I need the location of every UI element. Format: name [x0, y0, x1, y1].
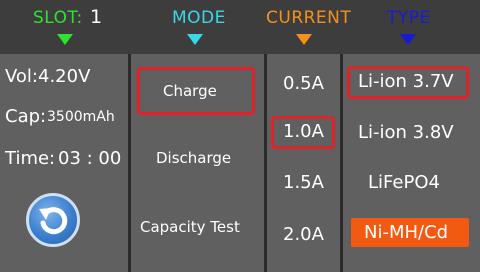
current-option-1-0a[interactable]: 1.0A: [283, 121, 324, 142]
current-option-1-5a[interactable]: 1.5A: [283, 172, 324, 193]
slot-arrow-icon: [57, 34, 73, 45]
back-button[interactable]: [26, 193, 80, 247]
type-option-li-ion-3-7v[interactable]: Li-ion 3.7V: [358, 71, 454, 92]
slot-value[interactable]: 1: [90, 6, 103, 28]
header-bar: SLOT: 1 MODE CURRENT TYPE: [0, 0, 480, 50]
current-label: CURRENT: [266, 8, 352, 28]
voltage-readout: Vol:4.20V: [5, 66, 91, 87]
current-option-2-0a[interactable]: 2.0A: [283, 224, 324, 245]
capacity-value[interactable]: 3500mAh: [47, 109, 115, 125]
undo-arrow-icon: [39, 207, 68, 235]
slot-label: SLOT:: [33, 8, 83, 28]
time-value[interactable]: 03 : 00: [58, 148, 121, 169]
mode-option-capacity-test[interactable]: Capacity Test: [140, 218, 240, 236]
current-arrow-icon: [296, 34, 312, 45]
mode-label: MODE: [172, 8, 226, 28]
type-arrow-icon: [400, 34, 416, 45]
capacity-label: Cap:: [5, 106, 47, 127]
mode-option-charge[interactable]: Charge: [163, 82, 217, 100]
charger-screen: SLOT: 1 MODE CURRENT TYPE Vol:4.20V Cap:…: [0, 0, 480, 272]
type-label: TYPE: [387, 8, 431, 28]
mode-option-discharge[interactable]: Discharge: [156, 149, 231, 167]
type-option-ni-mh-cd[interactable]: Ni-MH/Cd: [364, 222, 448, 243]
time-label: Time:: [5, 148, 56, 169]
type-option-li-ion-3-8v[interactable]: Li-ion 3.8V: [358, 122, 454, 143]
mode-arrow-icon: [187, 34, 203, 45]
current-option-0-5a[interactable]: 0.5A: [283, 73, 324, 94]
type-option-lifepo4[interactable]: LiFePO4: [368, 172, 440, 193]
